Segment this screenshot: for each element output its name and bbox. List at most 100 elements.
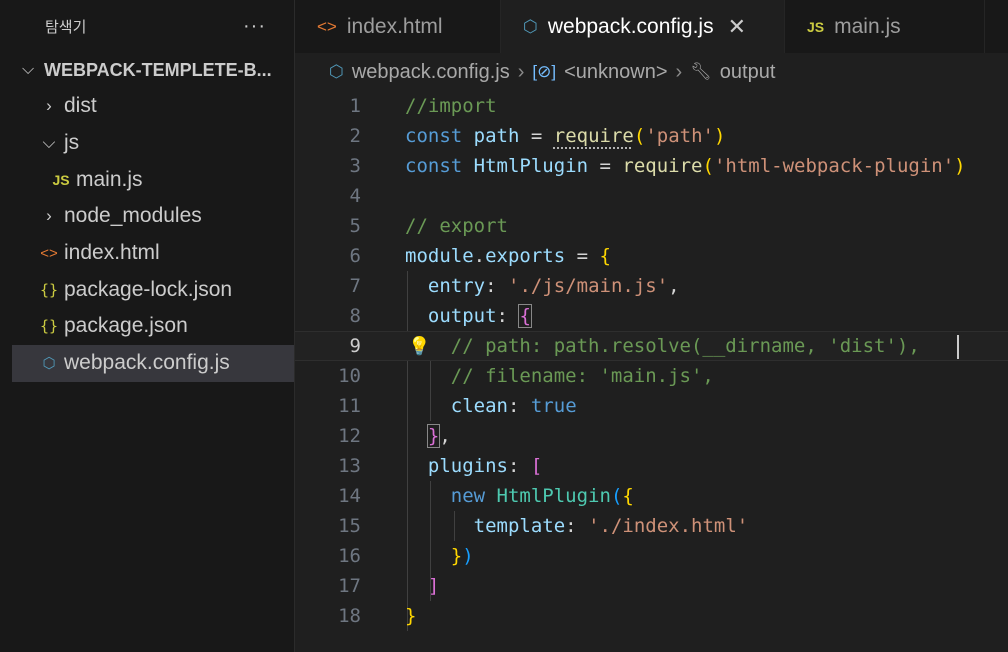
line-number: 17 (338, 575, 361, 597)
code-text: entry: './js/main.js', (427, 275, 680, 297)
line-number: 16 (338, 545, 361, 567)
line-number: 10 (338, 365, 361, 387)
code-text: }) (450, 545, 474, 567)
tab-index-html[interactable]: <> index.html (295, 0, 501, 53)
code-line: 3 const HtmlPlugin = require('html-webpa… (295, 151, 1008, 181)
code-line: 8 output: { (295, 301, 1008, 331)
wrench-icon: 🔧︎ (690, 62, 712, 81)
line-number: 11 (338, 395, 361, 417)
code-line: 6 module.exports = { (295, 241, 1008, 271)
code-text: new HtmlPlugin({ (450, 485, 634, 507)
code-text: plugins: [ (427, 455, 543, 477)
code-line: 17 ] (295, 571, 1008, 601)
breadcrumb-file[interactable]: webpack.config.js (352, 61, 510, 84)
variable-icon: [⊘] (532, 62, 557, 81)
code-editor[interactable]: 1 //import 2 const path = require('path'… (295, 91, 1008, 652)
line-number: 1 (349, 95, 361, 117)
more-actions-icon[interactable]: ··· (243, 15, 266, 38)
line-number: 15 (338, 515, 361, 537)
line-number: 3 (349, 155, 361, 177)
code-text: // export (405, 215, 508, 237)
tree-item-package-json[interactable]: {} package.json (12, 308, 294, 345)
chevron-right-icon: › (46, 206, 52, 226)
code-line: 1 //import (295, 91, 1008, 121)
tree-item-main-js[interactable]: JS main.js (12, 161, 294, 198)
explorer-header: 탐색기 ··· (12, 0, 294, 52)
tab-label: index.html (346, 14, 443, 38)
code-text: const HtmlPlugin = require('html-webpack… (405, 155, 966, 177)
breadcrumb: ⬡ webpack.config.js › [⊘] <unknown> › 🔧︎… (295, 53, 1008, 91)
code-text: // path: path.resolve(__dirname, 'dist')… (450, 335, 920, 357)
code-line: 18 } (295, 601, 1008, 631)
text-cursor (957, 335, 959, 359)
code-line: 7 entry: './js/main.js', (295, 271, 1008, 301)
code-line-current: 9 💡 // path: path.resolve(__dirname, 'di… (295, 331, 1008, 361)
tree-item-package-lock-json[interactable]: {} package-lock.json (12, 271, 294, 308)
line-number: 8 (349, 305, 361, 327)
line-number: 14 (338, 485, 361, 507)
code-text: // filename: 'main.js', (450, 365, 714, 387)
code-line: 13 plugins: [ (295, 451, 1008, 481)
breadcrumb-property[interactable]: output (720, 61, 776, 84)
code-text: } (405, 605, 417, 627)
code-line: 14 new HtmlPlugin({ (295, 481, 1008, 511)
line-number: 4 (349, 185, 361, 207)
code-text: const path = require('path') (405, 125, 726, 147)
line-number: 2 (349, 125, 361, 147)
js-file-icon: JS (807, 18, 825, 35)
code-line: 11 clean: true (295, 391, 1008, 421)
webpack-file-icon: ⬡ (523, 16, 538, 36)
code-line: 4 (295, 181, 1008, 211)
tab-label: webpack.config.js (547, 14, 714, 38)
tree-item-label: index.html (64, 241, 160, 265)
json-file-icon: {} (39, 317, 59, 336)
tree-item-index-html[interactable]: <> index.html (12, 235, 294, 272)
json-file-icon: {} (39, 280, 59, 299)
tree-item-node-modules[interactable]: › node_modules (12, 198, 294, 235)
project-name: WEBPACK-TEMPLETE-B... (44, 59, 272, 80)
code-line: 16 }) (295, 541, 1008, 571)
tree-item-label: dist (64, 94, 97, 118)
tab-webpack-config-js[interactable]: ⬡ webpack.config.js ✕ (501, 0, 785, 53)
tree-item-dist[interactable]: › dist (12, 88, 294, 125)
explorer-title: 탐색기 (45, 18, 87, 36)
chevron-right-icon: › (675, 60, 683, 83)
code-line: 5 // export (295, 211, 1008, 241)
editor-tab-bar: <> index.html ⬡ webpack.config.js ✕ JS m… (295, 0, 1008, 53)
tab-label: main.js (834, 14, 901, 38)
chevron-right-icon: › (46, 96, 52, 116)
activity-bar-edge (0, 0, 12, 652)
breadcrumb-symbol[interactable]: <unknown> (564, 61, 667, 84)
code-text: module.exports = { (405, 245, 611, 267)
line-number: 18 (338, 605, 361, 627)
code-text: }, (426, 424, 451, 448)
tree-item-label: main.js (76, 167, 143, 191)
tree-item-js[interactable]: ⌵ js (12, 125, 294, 162)
code-text: ] (427, 575, 440, 597)
html-file-icon: <> (40, 244, 58, 262)
tree-item-label: package-lock.json (64, 277, 233, 301)
code-line: 15 template: './index.html' (295, 511, 1008, 541)
line-number: 9 (349, 335, 361, 357)
line-number: 6 (349, 245, 361, 267)
line-number: 5 (349, 215, 361, 237)
line-number: 13 (338, 455, 361, 477)
js-file-icon: JS (52, 171, 70, 188)
explorer-sidebar: 탐색기 ··· ⌵ WEBPACK-TEMPLETE-B... › dist ⌵… (12, 0, 295, 652)
tree-item-label: package.json (64, 314, 188, 338)
tree-item-label: node_modules (64, 204, 202, 228)
code-line: 2 const path = require('path') (295, 121, 1008, 151)
code-text: //import (405, 95, 497, 117)
chevron-right-icon: › (517, 60, 525, 83)
code-text: clean: true (450, 395, 577, 417)
project-section-header[interactable]: ⌵ WEBPACK-TEMPLETE-B... (12, 52, 294, 88)
code-text: template: './index.html' (473, 515, 749, 537)
chevron-down-icon: ⌵ (42, 133, 56, 153)
tree-item-webpack-config-js[interactable]: ⬡ webpack.config.js (12, 344, 294, 382)
tree-item-label: js (64, 131, 80, 155)
code-text: output: { (427, 304, 532, 328)
chevron-down-icon: ⌵ (22, 61, 35, 78)
tab-main-js[interactable]: JS main.js (785, 0, 985, 53)
line-number: 12 (338, 425, 361, 447)
close-icon[interactable]: ✕ (728, 14, 746, 40)
